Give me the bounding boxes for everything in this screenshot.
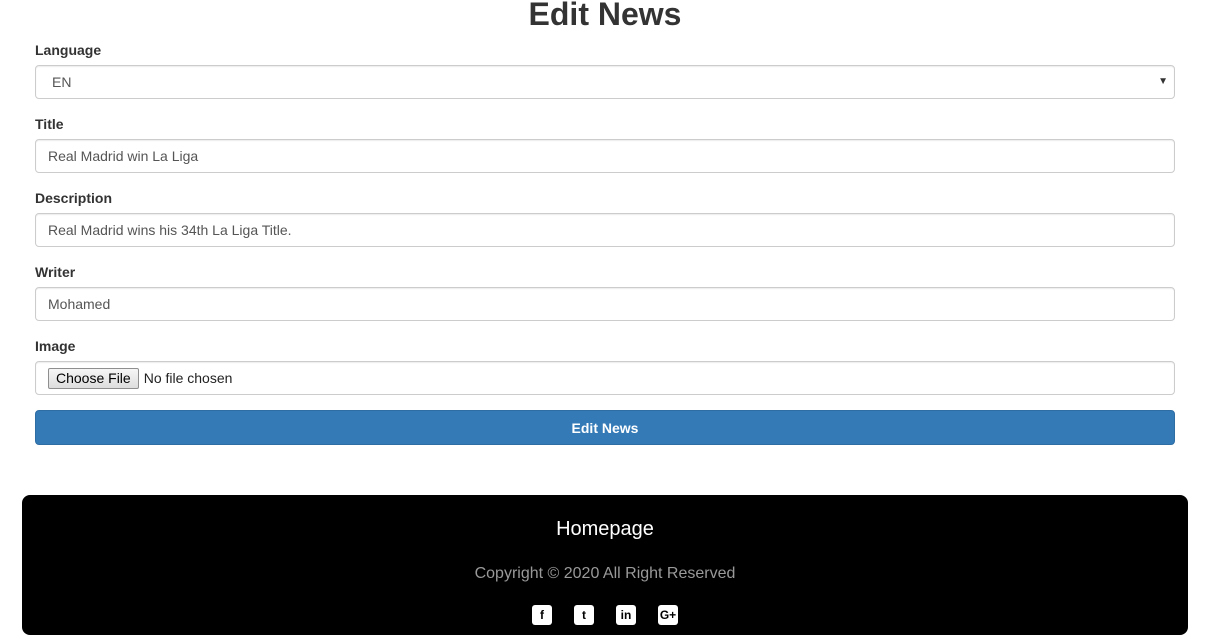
description-input[interactable]: Real Madrid wins his 34th La Liga Title.	[35, 213, 1175, 247]
language-group: Language EN ▼	[35, 40, 1175, 99]
page-title: Edit News	[528, 0, 682, 32]
image-group: Image Choose File No file chosen	[35, 336, 1175, 395]
title-group: Title Real Madrid win La Liga	[35, 114, 1175, 173]
file-status-text: No file chosen	[143, 370, 233, 386]
copyright-text: Copyright © 2020 All Right Reserved	[474, 565, 736, 582]
footer: Homepage Copyright © 2020 All Right Rese…	[22, 495, 1188, 635]
google-plus-icon[interactable]: G+	[658, 605, 678, 625]
social-links: f t in G+	[22, 605, 1188, 625]
title-input[interactable]: Real Madrid win La Liga	[35, 139, 1175, 173]
language-label: Language	[35, 42, 102, 58]
description-group: Description Real Madrid wins his 34th La…	[35, 188, 1175, 247]
choose-file-button[interactable]: Choose File	[48, 367, 139, 389]
linkedin-icon[interactable]: in	[616, 605, 636, 625]
edit-news-submit-button[interactable]: Edit News	[35, 410, 1175, 445]
dropdown-caret-icon: ▼	[1158, 76, 1168, 87]
edit-news-form: Language EN ▼ Title Real Madrid win La L…	[35, 40, 1175, 445]
writer-input[interactable]: Mohamed	[35, 287, 1175, 321]
language-select[interactable]: EN ▼	[35, 65, 1175, 99]
language-selected-value: EN	[52, 74, 72, 90]
description-label: Description	[35, 190, 113, 206]
facebook-icon[interactable]: f	[532, 605, 552, 625]
image-file-input[interactable]: Choose File No file chosen	[35, 361, 1175, 395]
homepage-link[interactable]: Homepage	[22, 517, 1188, 541]
writer-group: Writer Mohamed	[35, 262, 1175, 321]
writer-label: Writer	[35, 264, 76, 280]
title-label: Title	[35, 116, 64, 132]
image-label: Image	[35, 338, 76, 354]
twitter-icon[interactable]: t	[574, 605, 594, 625]
